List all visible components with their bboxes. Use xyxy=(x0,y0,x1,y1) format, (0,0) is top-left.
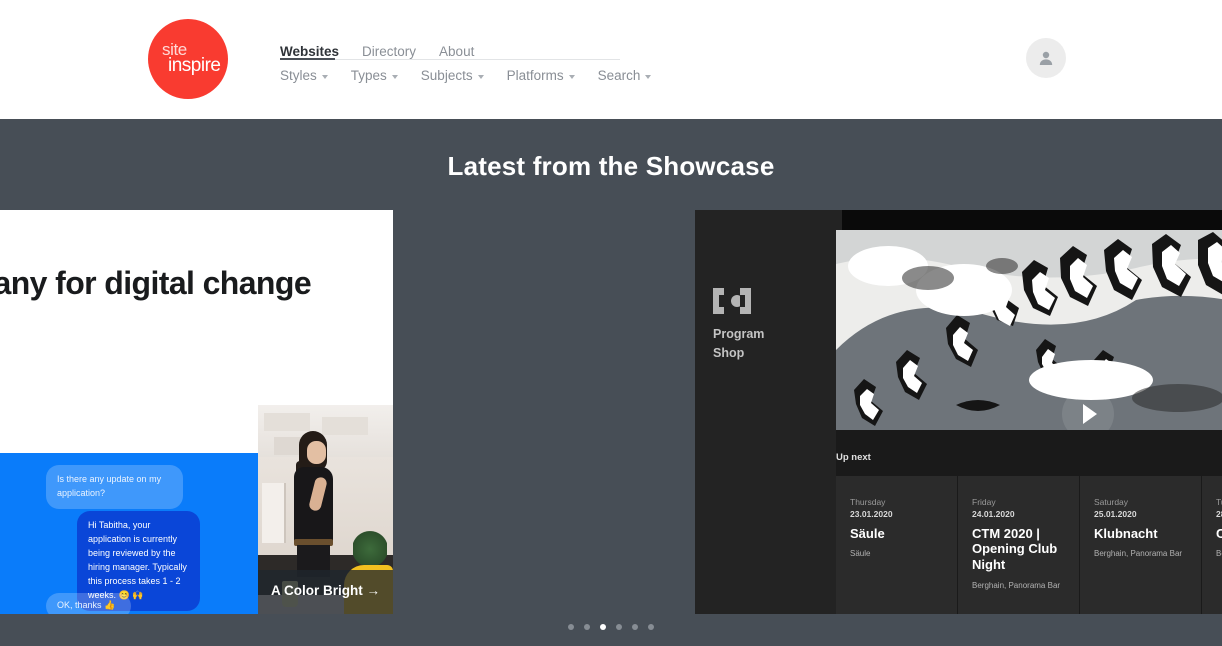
slide-events-panel: Up next Thursday 23.01.2020 Säule Säule … xyxy=(836,430,1222,614)
user-avatar-icon xyxy=(1039,51,1053,65)
sidebar-item-program[interactable]: Program xyxy=(713,325,764,344)
event-title: Säule xyxy=(850,525,885,541)
slide-caption-overlay[interactable]: A Color Bright → xyxy=(258,570,393,614)
event-date: 23.01.2020 xyxy=(850,509,893,520)
event-day: Tue xyxy=(1216,497,1222,507)
photo-window xyxy=(262,483,286,543)
chevron-down-icon xyxy=(321,75,328,79)
play-triangle-icon xyxy=(1083,404,1097,424)
event-venue: Berghain, Panorama Bar xyxy=(1094,549,1183,559)
site-logo[interactable]: site inspire xyxy=(148,19,228,99)
carousel-dot[interactable] xyxy=(568,624,574,630)
photo-plant xyxy=(353,525,387,565)
event-title: Klubnacht xyxy=(1094,525,1158,541)
slide-sidebar-nav: Program Shop xyxy=(713,325,764,363)
up-next-label: Up next xyxy=(836,452,871,463)
chevron-down-icon xyxy=(391,75,398,79)
nav-dropdown-subjects[interactable]: Subjects xyxy=(421,69,484,83)
event-date: 24.01.2020 xyxy=(972,509,1015,520)
event-card[interactable]: Saturday 25.01.2020 Klubnacht Berghain, … xyxy=(1080,476,1202,614)
nav-dropdown-platforms-label: Platforms xyxy=(506,68,564,84)
event-card[interactable]: Thursday 23.01.2020 Säule Säule xyxy=(836,476,958,614)
account-avatar-button[interactable] xyxy=(1026,38,1066,78)
nav-dropdown-types-label: Types xyxy=(350,68,387,84)
nav-active-indicator xyxy=(280,58,335,60)
event-day: Thursday xyxy=(850,497,886,507)
nav-dropdown-types[interactable]: Types xyxy=(351,69,398,83)
event-day: Friday xyxy=(972,497,996,507)
event-card[interactable]: Friday 24.01.2020 CTM 2020 | Opening Clu… xyxy=(958,476,1080,614)
page-title: Latest from the Showcase xyxy=(447,151,775,181)
nav-dropdown-styles-label: Styles xyxy=(280,68,317,84)
slide-heading: ht is a company for digital change xyxy=(0,265,312,301)
nav-item-websites[interactable]: Websites xyxy=(280,44,339,60)
nav-dropdown-platforms[interactable]: Platforms xyxy=(507,69,575,83)
primary-navigation: Websites Directory About xyxy=(280,36,474,59)
carousel-dot[interactable] xyxy=(632,624,638,630)
event-venue: Ber xyxy=(1216,549,1222,559)
event-day: Saturday xyxy=(1094,497,1129,507)
chat-bubble-reply: OK, thanks 👍 xyxy=(46,593,131,614)
event-date: 25.01.2020 xyxy=(1094,509,1137,520)
event-date: 28. xyxy=(1216,509,1222,520)
showcase-carousel[interactable]: ht is a company for digital change Is th… xyxy=(0,210,1222,614)
event-title: CTM 2020 | Opening Club Night xyxy=(972,525,1058,573)
logo-text-inspire: inspire xyxy=(168,55,221,76)
carousel-dot-active[interactable] xyxy=(600,624,606,630)
showcase-section: Latest from the Showcase ht is a company… xyxy=(0,119,1222,646)
nav-item-about[interactable]: About xyxy=(439,44,474,60)
chevron-down-icon xyxy=(568,75,575,79)
carousel-dot[interactable] xyxy=(584,624,590,630)
slide-caption-label: A Color Bright → xyxy=(271,583,380,598)
nav-dropdown-styles[interactable]: Styles xyxy=(280,69,328,83)
chat-preview-panel: Is there any update on my application? H… xyxy=(0,453,258,614)
nav-dropdown-subjects-label: Subjects xyxy=(420,68,473,84)
carousel-pagination xyxy=(0,624,1222,630)
slide-sidebar: Program Shop xyxy=(695,210,842,614)
secondary-navigation: Styles Types Subjects Platforms Search xyxy=(280,67,652,85)
chat-bubble-incoming: Is there any update on my application? xyxy=(46,465,183,509)
carousel-slide-a-color-bright[interactable]: ht is a company for digital change Is th… xyxy=(0,210,393,614)
site-header: site inspire Websites Directory About St… xyxy=(0,0,1222,119)
photo-person xyxy=(290,431,337,577)
nav-dropdown-search-label: Search xyxy=(597,68,641,84)
event-venue: Berghain, Panorama Bar xyxy=(972,581,1061,591)
event-title: CT xyxy=(1216,526,1222,542)
carousel-dot[interactable] xyxy=(616,624,622,630)
nav-item-directory[interactable]: Directory xyxy=(362,44,416,60)
nav-dropdown-search[interactable]: Search xyxy=(598,69,652,83)
carousel-slide-berghain-program[interactable]: Program Shop Up next Thursday 23.01.2020… xyxy=(695,210,1222,614)
sidebar-item-shop[interactable]: Shop xyxy=(713,344,764,363)
event-card[interactable]: Tue 28. CT Ber xyxy=(1202,476,1222,614)
event-venue: Säule xyxy=(850,549,871,559)
event-card-list: Thursday 23.01.2020 Säule Säule Friday 2… xyxy=(836,476,1222,614)
bracket-dot-icon xyxy=(713,288,751,314)
chevron-down-icon xyxy=(477,75,484,79)
carousel-dot[interactable] xyxy=(648,624,654,630)
slide-artwork xyxy=(836,230,1222,430)
photo-person-face xyxy=(307,441,326,464)
chevron-down-icon xyxy=(645,75,652,79)
